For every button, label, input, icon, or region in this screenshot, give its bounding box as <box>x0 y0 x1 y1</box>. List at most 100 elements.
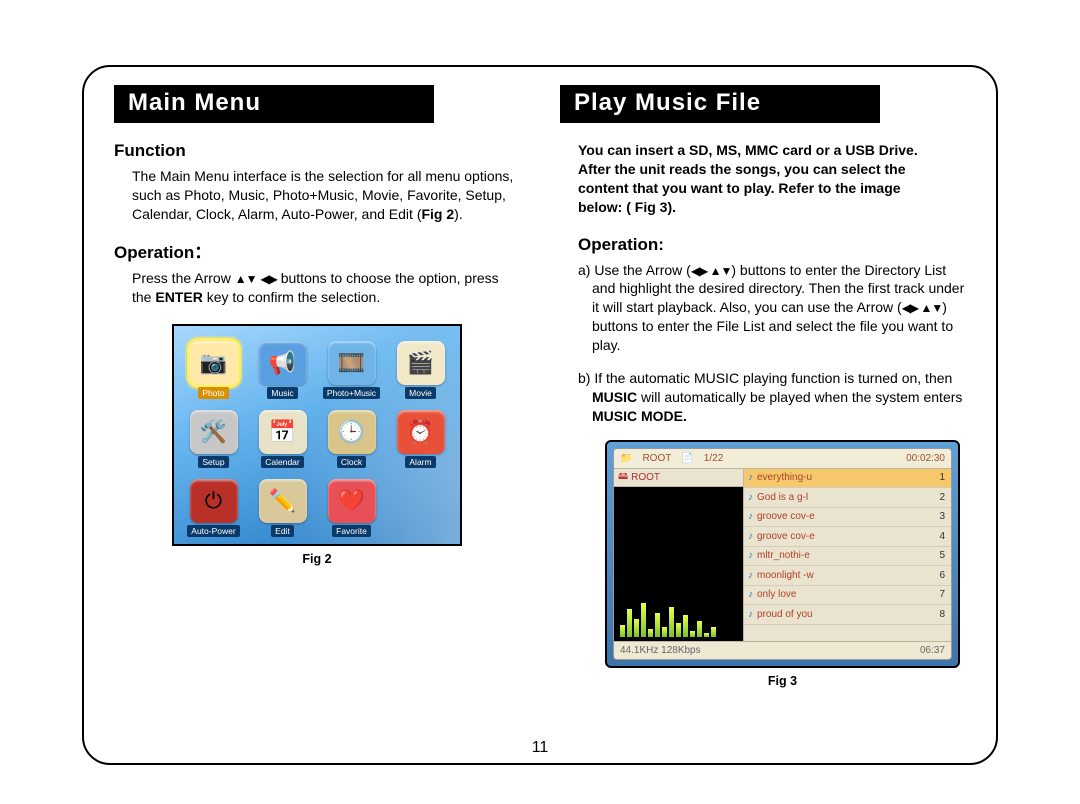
right-column: Play Music File You can insert a SD, MS,… <box>560 85 966 763</box>
page-frame: Main Menu Function The Main Menu interfa… <box>82 65 998 765</box>
app-label: Favorite <box>332 525 371 537</box>
fig2-screenshot: 📷 Photo 📢 Music 🎞️ Photo+Music 🎬Movie 🛠️ Setup 📅 C… <box>172 324 462 546</box>
app-tile-calendar: 📅 Calendar <box>249 402 316 469</box>
operation-heading-left: Operation： <box>114 238 520 263</box>
file-name: groove cov-e <box>757 511 935 522</box>
photo-icon: 📷 <box>190 341 238 385</box>
fig3-titlebar: 📁 ROOT 📄 1/22 00:02:30 <box>614 449 951 469</box>
arrows-leftright-icon: ◀▶ <box>260 272 276 286</box>
alarm-icon: ⏰ <box>397 410 445 454</box>
app-tile-clock: 🕒 Clock <box>318 402 385 469</box>
file-index: 8 <box>939 609 945 620</box>
photo-music-icon: 🎞️ <box>328 341 376 385</box>
file-index: 2 <box>939 492 945 503</box>
music-note-icon: ♪ <box>748 570 753 581</box>
app-label: Clock <box>337 456 366 468</box>
fig3-root-label: ROOT <box>631 472 660 483</box>
function-paragraph: The Main Menu interface is the selection… <box>132 167 520 224</box>
file-name: moonlight -w <box>757 570 935 581</box>
movie-icon: 🎬 <box>397 341 445 385</box>
clock-icon: 🕒 <box>328 410 376 454</box>
file-index: 5 <box>939 550 945 561</box>
main-menu-header: Main Menu <box>114 85 434 123</box>
function-heading: Function <box>114 141 520 161</box>
music-bold: MUSIC <box>592 389 637 405</box>
drive-icon: 🖴 <box>618 469 628 486</box>
fig3-page-count: 1/22 <box>704 453 723 464</box>
fig3-elapsed-time: 00:02:30 <box>906 453 945 464</box>
setup-icon: 🛠️ <box>190 410 238 454</box>
file-index: 3 <box>939 511 945 522</box>
favorite-icon: ❤️ <box>328 479 376 523</box>
file-row: ♪ proud of you 8 <box>744 605 951 625</box>
file-row: ♪groove cov-e4 <box>744 527 951 547</box>
page-icon: 📄 <box>681 453 693 464</box>
arrows-updown-icon: ▲▼ <box>235 272 257 286</box>
file-row: ♪ only love 7 <box>744 586 951 606</box>
operation-b: b) If the automatic MUSIC playing functi… <box>592 369 966 426</box>
arrows-lrud-icon: ◀▶ ▲▼ <box>691 264 732 278</box>
calendar-icon: 📅 <box>259 410 307 454</box>
music-note-icon: ♪ <box>748 609 753 620</box>
app-label: Auto-Power <box>187 525 239 537</box>
app-tile-movie: 🎬Movie <box>387 332 454 399</box>
app-tile-setup: 🛠️ Setup <box>180 402 247 469</box>
app-label: Photo <box>198 387 228 399</box>
op-b-2: will automatically be played when the sy… <box>637 389 962 405</box>
file-index: 6 <box>939 570 945 581</box>
file-row: ♪God is a g-l2 <box>744 488 951 508</box>
op-a-1: a) Use the Arrow ( <box>578 262 691 278</box>
function-fig-ref: Fig 2 <box>421 206 454 222</box>
file-row: ♪ moonlight -w 6 <box>744 566 951 586</box>
operation-paragraph-left: Press the Arrow ▲▼ ◀▶ buttons to choose … <box>132 269 520 307</box>
music-mode-bold: MUSIC MODE. <box>592 408 687 424</box>
music-note-icon: ♪ <box>748 589 753 600</box>
fig3-bitrate: 44.1KHz 128Kbps <box>620 645 701 656</box>
fig3-file-list: ♪everything-u1♪God is a g-l2♪groove cov-… <box>744 469 951 641</box>
app-tile-edit: ✏️Edit <box>249 471 316 538</box>
operation-a: a) Use the Arrow (◀▶ ▲▼) buttons to ente… <box>592 261 966 355</box>
file-name: proud of you <box>757 609 935 620</box>
music-note-icon: ♪ <box>748 511 753 522</box>
file-name: everything-u <box>757 472 935 483</box>
equalizer-icon <box>620 597 716 637</box>
auto-power-icon: ⏻ <box>190 479 238 523</box>
op-left-1: Press the Arrow <box>132 270 235 286</box>
app-label: Photo+Music <box>323 387 380 399</box>
app-label: Edit <box>271 525 294 537</box>
fig3-statusbar: 44.1KHz 128Kbps 06:37 <box>614 641 951 659</box>
app-tile-auto-power: ⏻ Auto-Power <box>180 471 247 538</box>
file-index: 4 <box>939 531 945 542</box>
music-note-icon: ♪ <box>748 531 753 542</box>
arrows-lrud-icon-2: ◀▶ ▲▼ <box>902 302 943 316</box>
op-left-3: key to confirm the selection. <box>203 289 380 305</box>
music-note-icon: ♪ <box>748 472 753 483</box>
app-label: Music <box>267 387 297 399</box>
music-note-icon: ♪ <box>748 550 753 561</box>
file-index: 7 <box>939 589 945 600</box>
app-label: Alarm <box>405 456 435 468</box>
fig3-screenshot: 📁 ROOT 📄 1/22 00:02:30 🖴 ROOT <box>605 440 960 668</box>
fig3-duration: 06:37 <box>920 645 945 656</box>
function-text-2: ). <box>454 206 463 222</box>
music-icon: 📢 <box>259 341 307 385</box>
left-column: Main Menu Function The Main Menu interfa… <box>114 85 520 763</box>
page-number: 11 <box>84 739 996 757</box>
op-b-1: b) If the automatic MUSIC playing functi… <box>578 370 952 386</box>
play-music-header: Play Music File <box>560 85 880 123</box>
play-music-intro: You can insert a SD, MS, MMC card or a U… <box>578 141 948 217</box>
folder-icon: 📁 <box>620 453 632 464</box>
app-tile-photo: 📷 Photo <box>180 332 247 399</box>
file-index: 1 <box>939 472 945 483</box>
fig3-dir-row: 🖴 ROOT <box>614 469 743 487</box>
app-label: Setup <box>198 456 228 468</box>
fig3-caption: Fig 3 <box>605 674 960 688</box>
fig2-caption: Fig 2 <box>114 552 520 566</box>
app-tile-music: 📢 Music <box>249 332 316 399</box>
app-label: Calendar <box>261 456 304 468</box>
fig3-preview-pane <box>614 487 743 641</box>
operation-heading-right: Operation: <box>578 235 966 255</box>
file-row: ♪ everything-u 1 <box>744 469 951 489</box>
music-note-icon: ♪ <box>748 492 753 503</box>
file-name: only love <box>757 589 935 600</box>
